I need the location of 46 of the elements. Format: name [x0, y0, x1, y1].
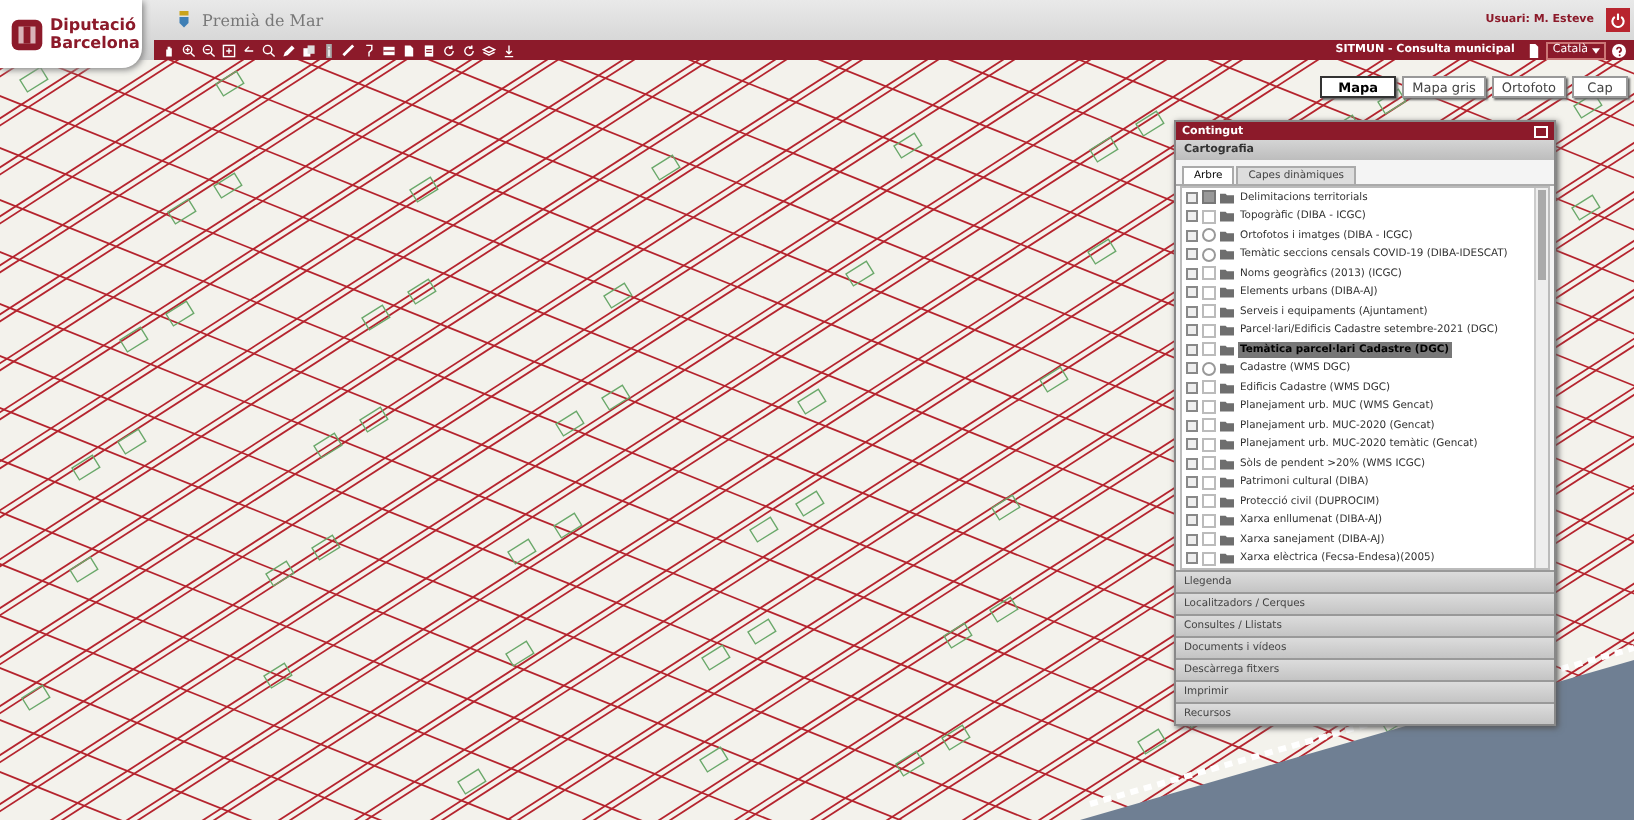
- org-name: Barcelona: [50, 34, 140, 52]
- checkbox[interactable]: [1202, 399, 1216, 414]
- zoom-extent-icon[interactable]: [222, 43, 236, 57]
- checkbox[interactable]: [1202, 456, 1216, 471]
- pages-icon[interactable]: [302, 43, 316, 57]
- zoom-out-icon[interactable]: [202, 43, 216, 57]
- scrollbar-thumb[interactable]: [1538, 190, 1546, 280]
- table-icon[interactable]: [382, 43, 396, 57]
- checkbox[interactable]: [1202, 513, 1216, 528]
- hand-icon[interactable]: [162, 43, 176, 57]
- list-icon[interactable]: [422, 43, 436, 57]
- org-name: Diputació: [50, 16, 139, 34]
- checkbox[interactable]: [1202, 209, 1216, 224]
- refresh-icon[interactable]: [462, 43, 476, 57]
- refresh-icon[interactable]: [442, 43, 456, 57]
- layers-icon[interactable]: [482, 43, 496, 57]
- checkbox[interactable]: [1202, 285, 1216, 300]
- checkbox[interactable]: [1202, 304, 1216, 319]
- minimize-icon[interactable]: [1534, 125, 1548, 137]
- checkbox[interactable]: [1202, 551, 1216, 566]
- radio-button[interactable]: [1202, 247, 1216, 262]
- checkbox[interactable]: [1202, 437, 1216, 452]
- magnifier-icon[interactable]: [262, 43, 276, 57]
- ruler-icon[interactable]: [342, 43, 356, 57]
- checkbox[interactable]: [1202, 342, 1216, 357]
- checkbox[interactable]: [1202, 418, 1216, 433]
- document-icon[interactable]: [1528, 43, 1541, 57]
- checkbox[interactable]: [1202, 532, 1216, 547]
- help-icon[interactable]: [1612, 43, 1626, 57]
- checkbox[interactable]: [1202, 380, 1216, 395]
- radio-button[interactable]: [1202, 228, 1216, 243]
- checkbox[interactable]: [1202, 475, 1216, 490]
- info-icon[interactable]: [322, 43, 336, 57]
- municipality-name: Premià de Mar: [202, 11, 324, 29]
- zoom-in-icon[interactable]: [182, 43, 196, 57]
- checkbox[interactable]: [1202, 494, 1216, 509]
- checkbox[interactable]: [1202, 266, 1216, 281]
- checkbox[interactable]: [1202, 190, 1216, 205]
- emblem-icon: [10, 17, 44, 51]
- shield-icon: [178, 10, 190, 30]
- scrollbar[interactable]: [1534, 188, 1548, 568]
- logout-button[interactable]: [1606, 8, 1630, 32]
- radio-button[interactable]: [1202, 361, 1216, 376]
- download-icon[interactable]: [502, 43, 516, 57]
- checkbox[interactable]: [1202, 323, 1216, 338]
- caret-icon[interactable]: [1592, 47, 1600, 53]
